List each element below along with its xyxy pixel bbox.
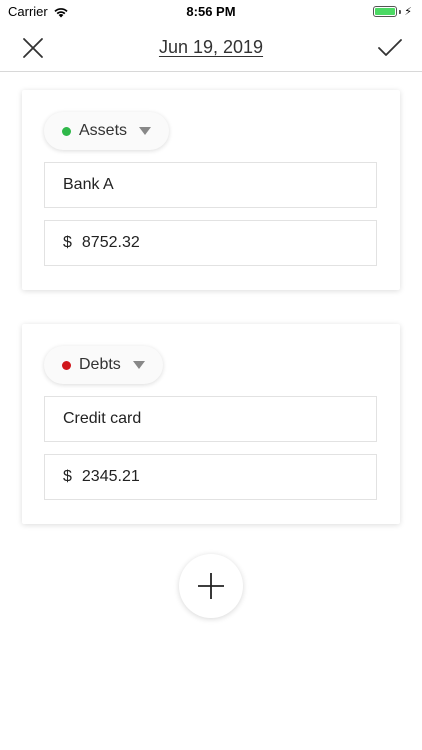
account-name-field[interactable]: Bank A xyxy=(44,162,377,208)
plus-icon xyxy=(198,573,224,599)
clock: 8:56 PM xyxy=(186,4,236,19)
category-label: Assets xyxy=(79,122,128,139)
charging-bolt-icon: ⚡ xyxy=(404,6,412,18)
category-dot xyxy=(62,360,71,370)
amount-field[interactable]: $ 2345.21 xyxy=(44,454,377,500)
battery-indicator: ⚡ xyxy=(373,5,412,18)
currency-symbol: $ xyxy=(63,468,72,485)
amount-field[interactable]: $ 8752.32 xyxy=(44,220,377,266)
entry-card: Assets Bank A $ 8752.32 xyxy=(22,90,400,290)
caret-down-icon xyxy=(139,127,152,135)
account-name-field[interactable]: Credit card xyxy=(44,396,377,442)
caret-down-icon xyxy=(132,361,145,369)
account-name-value: Bank A xyxy=(63,176,114,193)
screen: Carrier 8:56 PM ⚡ Jun 19, 2019 Assets Ba… xyxy=(0,0,422,750)
status-bar: Carrier 8:56 PM ⚡ xyxy=(0,0,422,22)
date-title[interactable]: Jun 19, 2019 xyxy=(131,37,291,58)
category-label: Debts xyxy=(79,356,121,373)
amount-value: 2345.21 xyxy=(81,468,140,485)
amount-value: 8752.32 xyxy=(81,234,140,251)
category-dropdown[interactable]: Debts xyxy=(44,346,163,384)
checkmark-icon[interactable] xyxy=(376,35,404,61)
nav-bar: Jun 19, 2019 xyxy=(0,22,422,72)
category-dropdown[interactable]: Assets xyxy=(44,112,170,150)
account-name-value: Credit card xyxy=(63,410,142,427)
category-dot xyxy=(62,126,71,136)
battery-icon xyxy=(373,6,398,17)
entry-card: Debts Credit card $ 2345.21 xyxy=(22,324,400,524)
battery-fill xyxy=(375,8,396,15)
battery-tip xyxy=(399,9,402,14)
add-entry-button[interactable] xyxy=(179,554,243,618)
close-icon[interactable] xyxy=(20,35,46,61)
currency-symbol: $ xyxy=(63,234,72,251)
